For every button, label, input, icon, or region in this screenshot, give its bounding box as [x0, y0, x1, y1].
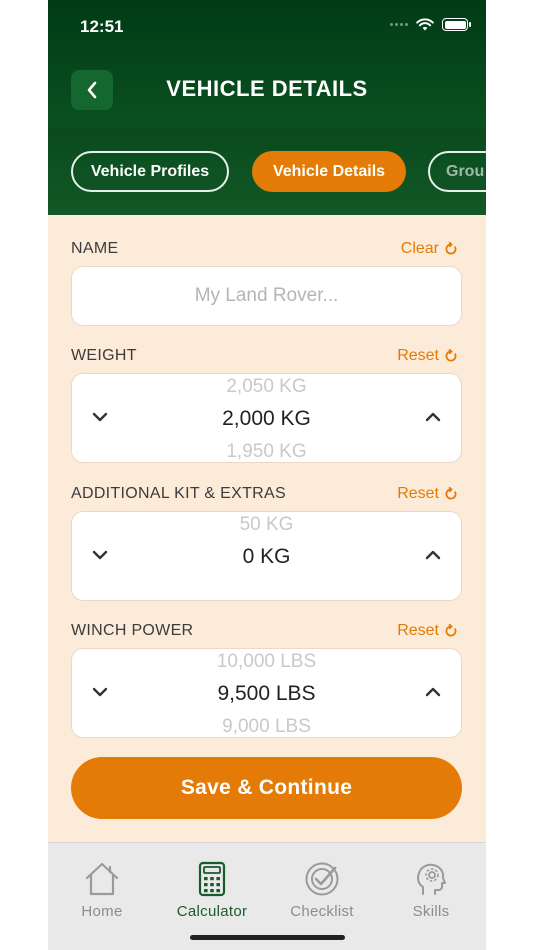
tabs-band: Vehicle Profiles Vehicle Details Grou: [48, 128, 486, 215]
reset-label: Reset: [397, 485, 439, 502]
reset-winch-button[interactable]: Reset: [397, 622, 458, 640]
reset-weight-button[interactable]: Reset: [397, 347, 458, 365]
picker-next-value[interactable]: 1,950 KG: [72, 441, 461, 462]
wifi-icon: [416, 18, 434, 31]
bottom-tab-bar: Home Calculator Checklist Skills: [48, 842, 486, 950]
tabbar-label: Home: [81, 903, 123, 920]
name-field[interactable]: [71, 266, 462, 326]
page-title: VEHICLE DETAILS: [166, 76, 368, 101]
chevron-down-icon[interactable]: [91, 546, 109, 564]
name-label: NAME: [71, 240, 119, 257]
battery-icon: [442, 18, 471, 31]
tabbar-calculator[interactable]: Calculator: [167, 861, 257, 920]
home-indicator: [190, 935, 345, 940]
tab-vehicle-profiles[interactable]: Vehicle Profiles: [71, 151, 229, 192]
refresh-icon: [445, 349, 457, 362]
reset-label: Reset: [397, 347, 439, 364]
tab-vehicle-details[interactable]: Vehicle Details: [252, 151, 406, 192]
nav-bar: VEHICLE DETAILS: [48, 60, 486, 120]
reset-label: Reset: [397, 622, 439, 639]
checklist-icon: [305, 862, 339, 896]
status-icons: [390, 18, 471, 31]
kit-picker[interactable]: 50 KG 0 KG: [71, 511, 462, 601]
tabbar-home[interactable]: Home: [57, 861, 147, 920]
picker-prev-value[interactable]: 50 KG: [72, 514, 461, 536]
tabbar-skills[interactable]: Skills: [386, 861, 476, 920]
signal-icon: [390, 23, 408, 26]
picker-prev-value[interactable]: 2,050 KG: [72, 376, 461, 398]
clear-name-button[interactable]: Clear: [401, 240, 458, 258]
chevron-up-icon[interactable]: [424, 408, 442, 426]
tabbar-label: Calculator: [176, 903, 248, 920]
tabbar-label: Skills: [412, 903, 450, 920]
refresh-icon: [445, 624, 457, 637]
weight-label: WEIGHT: [71, 347, 137, 364]
picker-current-value: 9,500 LBS: [217, 682, 316, 705]
home-icon: [85, 862, 119, 896]
header: 12:51 VEHICLE DETAILS Vehicle Profiles V…: [48, 0, 486, 215]
clear-label: Clear: [400, 240, 439, 257]
picker-current-value: 2,000 KG: [222, 407, 311, 430]
skills-icon: [417, 863, 446, 895]
picker-current-value: 0 KG: [242, 545, 291, 568]
kit-label: ADDITIONAL KIT & EXTRAS: [71, 485, 286, 502]
picker-prev-value[interactable]: 10,000 LBS: [72, 651, 461, 673]
winch-label: WINCH POWER: [71, 622, 194, 639]
winch-picker[interactable]: 10,000 LBS 9,500 LBS 9,000 LBS: [71, 648, 462, 738]
name-input[interactable]: [72, 285, 461, 307]
tab-grou[interactable]: Grou: [428, 151, 486, 192]
save-continue-button[interactable]: Save & Continue: [71, 757, 462, 819]
status-time: 12:51: [80, 17, 124, 36]
chevron-up-icon[interactable]: [424, 683, 442, 701]
refresh-icon: [445, 487, 457, 500]
reset-kit-button[interactable]: Reset: [397, 485, 458, 503]
chevron-down-icon[interactable]: [91, 408, 109, 426]
app-screen: 12:51 VEHICLE DETAILS Vehicle Profiles V…: [48, 0, 486, 950]
picker-next-value[interactable]: 9,000 LBS: [72, 716, 461, 737]
calculator-icon: [198, 861, 226, 897]
refresh-icon: [445, 242, 457, 255]
weight-picker[interactable]: 2,050 KG 2,000 KG 1,950 KG: [71, 373, 462, 463]
tabbar-label: Checklist: [290, 903, 354, 920]
tabbar-checklist[interactable]: Checklist: [277, 861, 367, 920]
chevron-up-icon[interactable]: [424, 546, 442, 564]
chevron-down-icon[interactable]: [91, 683, 109, 701]
